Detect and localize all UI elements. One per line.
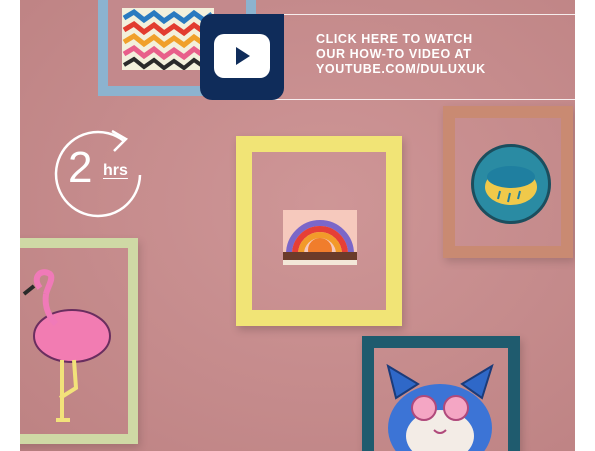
video-text-line-3: YOUTUBE.COM/DULUXUK	[316, 62, 486, 76]
sunset-artwork	[283, 210, 357, 265]
yellow-frame	[236, 136, 402, 326]
video-play-tile[interactable]	[200, 14, 284, 100]
storm-plate-artwork	[471, 144, 551, 224]
sunset-drawing	[283, 210, 357, 265]
clock-arrow-icon	[54, 129, 142, 218]
storm-drawing	[485, 166, 537, 205]
play-button[interactable]	[214, 34, 270, 78]
video-link-text[interactable]: CLICK HERE TO WATCH OUR HOW-TO VIDEO AT …	[316, 32, 575, 77]
video-text-line-2: OUR HOW-TO VIDEO AT	[316, 47, 472, 61]
cat-drawing	[386, 363, 494, 451]
video-text-line-1: CLICK HERE TO WATCH	[316, 32, 473, 46]
copper-frame	[443, 106, 573, 258]
wall-photo: CLICK HERE TO WATCH OUR HOW-TO VIDEO AT …	[20, 0, 575, 451]
teal-frame	[362, 336, 520, 451]
green-frame	[20, 238, 138, 444]
timer-value: 2	[68, 143, 93, 192]
flamingo-drawing	[22, 269, 111, 422]
play-icon	[236, 47, 250, 65]
timer-unit: hrs	[103, 162, 128, 179]
